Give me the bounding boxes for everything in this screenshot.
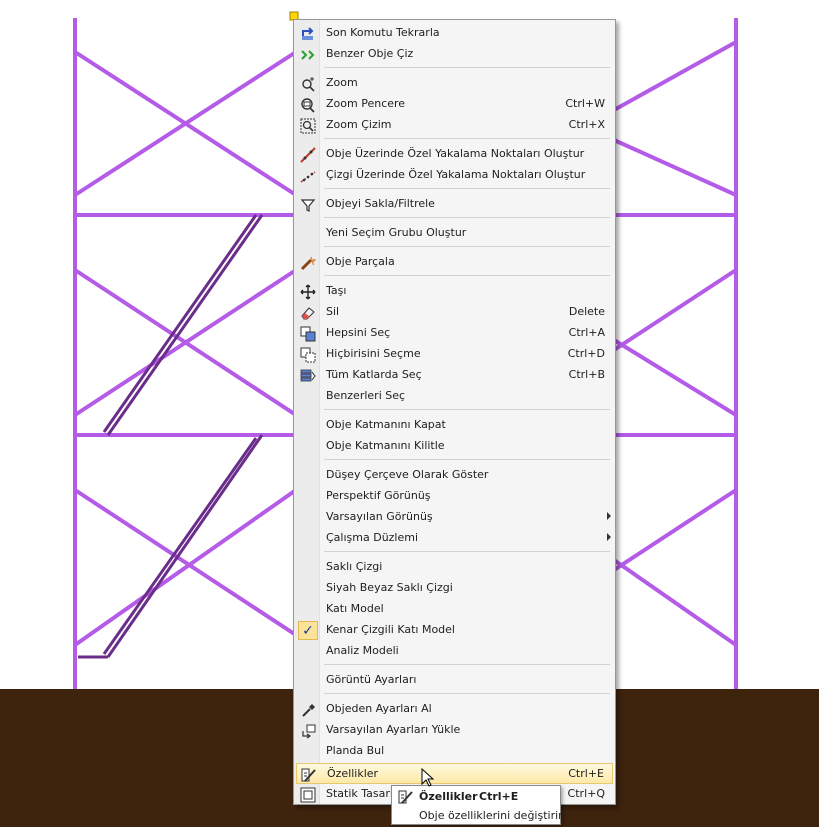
menu-item-default-view[interactable]: Varsayılan Görünüş xyxy=(296,507,613,528)
select-none-icon xyxy=(298,345,318,364)
scaffold-frame-left[interactable] xyxy=(73,18,298,690)
menu-item-zoom[interactable]: Zoom xyxy=(296,73,613,94)
menu-item-new-selection-group[interactable]: Yeni Seçim Grubu Oluştur xyxy=(296,223,613,244)
select-all-icon xyxy=(298,324,318,343)
menu-separator xyxy=(324,67,610,68)
tooltip-shortcut: Ctrl+E xyxy=(479,790,519,803)
line-snap-icon xyxy=(298,166,318,185)
menu-item-close-object-layer[interactable]: Obje Katmanını Kapat xyxy=(296,415,613,436)
menu-item-select-similar[interactable]: Benzerleri Seç xyxy=(296,386,613,407)
explode-icon xyxy=(298,253,318,272)
menu-item-working-plane[interactable]: Çalışma Düzlemi xyxy=(296,528,613,549)
select-all-floors-icon xyxy=(298,366,318,385)
menu-item-zoom-drawing[interactable]: Zoom Çizim Ctrl+X xyxy=(296,115,613,136)
menu-separator xyxy=(324,459,610,460)
eraser-icon xyxy=(298,303,318,322)
menu-separator xyxy=(324,217,610,218)
menu-item-move[interactable]: Taşı xyxy=(296,281,613,302)
menu-item-object-snap-points[interactable]: Obje Üzerinde Özel Yakalama Noktaları Ol… xyxy=(296,144,613,165)
menu-separator xyxy=(324,551,610,552)
menu-separator xyxy=(324,246,610,247)
menu-item-show-as-vertical-frame[interactable]: Düşey Çerçeve Olarak Göster xyxy=(296,465,613,486)
submenu-arrow-icon xyxy=(607,533,611,541)
properties-icon xyxy=(299,765,319,784)
menu-item-analysis-model[interactable]: Analiz Modeli xyxy=(296,641,613,662)
mouse-cursor-icon xyxy=(421,768,435,787)
tooltip-title: Özellikler xyxy=(419,790,478,803)
menu-item-perspective-view[interactable]: Perspektif Görünüş xyxy=(296,486,613,507)
menu-item-select-all[interactable]: Hepsini Seç Ctrl+A xyxy=(296,323,613,344)
zoom-window-icon xyxy=(298,95,318,114)
scaffold-frame-right[interactable] xyxy=(612,18,738,690)
menu-item-zoom-window[interactable]: Zoom Pencere Ctrl+W xyxy=(296,94,613,115)
menu-item-delete[interactable]: Sil Delete xyxy=(296,302,613,323)
menu-item-line-snap-points[interactable]: Çizgi Üzerinde Özel Yakalama Noktaları O… xyxy=(296,165,613,186)
menu-item-draw-similar-object[interactable]: Benzer Obje Çiz xyxy=(296,44,613,65)
zoom-drawing-icon xyxy=(298,116,318,135)
zoom-icon xyxy=(298,74,318,93)
tooltip-description: Obje özelliklerini değiştirir. xyxy=(419,809,566,822)
menu-item-bw-hidden-line[interactable]: Siyah Beyaz Saklı Çizgi xyxy=(296,578,613,599)
menu-item-edged-solid-model[interactable]: ✓ Kenar Çizgili Katı Model xyxy=(296,620,613,641)
submenu-arrow-icon xyxy=(607,512,611,520)
menu-item-explode-object[interactable]: Obje Parçala xyxy=(296,252,613,273)
static-design-icon xyxy=(298,785,318,804)
menu-separator xyxy=(324,138,610,139)
menu-item-hide-filter-object[interactable]: Objeyi Sakla/Filtrele xyxy=(296,194,613,215)
properties-icon xyxy=(398,789,414,808)
menu-separator xyxy=(324,275,610,276)
check-icon: ✓ xyxy=(298,621,318,640)
menu-separator xyxy=(324,409,610,410)
menu-item-select-none[interactable]: Hiçbirisini Seçme Ctrl+D xyxy=(296,344,613,365)
filter-icon xyxy=(298,195,318,214)
eyedropper-icon xyxy=(298,700,318,719)
menu-item-hidden-line[interactable]: Saklı Çizgi xyxy=(296,557,613,578)
repeat-command-icon xyxy=(298,24,318,43)
load-defaults-icon xyxy=(298,721,318,740)
menu-item-properties[interactable]: Özellikler Ctrl+E xyxy=(296,763,613,784)
menu-item-find-in-plan[interactable]: Planda Bul xyxy=(296,741,613,762)
properties-tooltip: Özellikler Ctrl+E Obje özelliklerini değ… xyxy=(391,785,565,825)
menu-separator xyxy=(324,188,610,189)
menu-item-load-default-settings[interactable]: Varsayılan Ayarları Yükle xyxy=(296,720,613,741)
context-menu[interactable]: Son Komutu Tekrarla Benzer Obje Çiz Zoom… xyxy=(293,19,616,805)
menu-separator xyxy=(324,693,610,694)
menu-item-display-settings[interactable]: Görüntü Ayarları xyxy=(296,670,613,691)
object-snap-icon xyxy=(298,145,318,164)
move-icon xyxy=(298,282,318,301)
menu-item-get-settings-from-object[interactable]: Objeden Ayarları Al xyxy=(296,699,613,720)
similar-object-icon xyxy=(298,45,318,64)
menu-item-solid-model[interactable]: Katı Model xyxy=(296,599,613,620)
menu-item-lock-object-layer[interactable]: Obje Katmanını Kilitle xyxy=(296,436,613,457)
menu-item-select-all-floors[interactable]: Tüm Katlarda Seç Ctrl+B xyxy=(296,365,613,386)
menu-item-repeat-last-command[interactable]: Son Komutu Tekrarla xyxy=(296,23,613,44)
menu-separator xyxy=(324,664,610,665)
